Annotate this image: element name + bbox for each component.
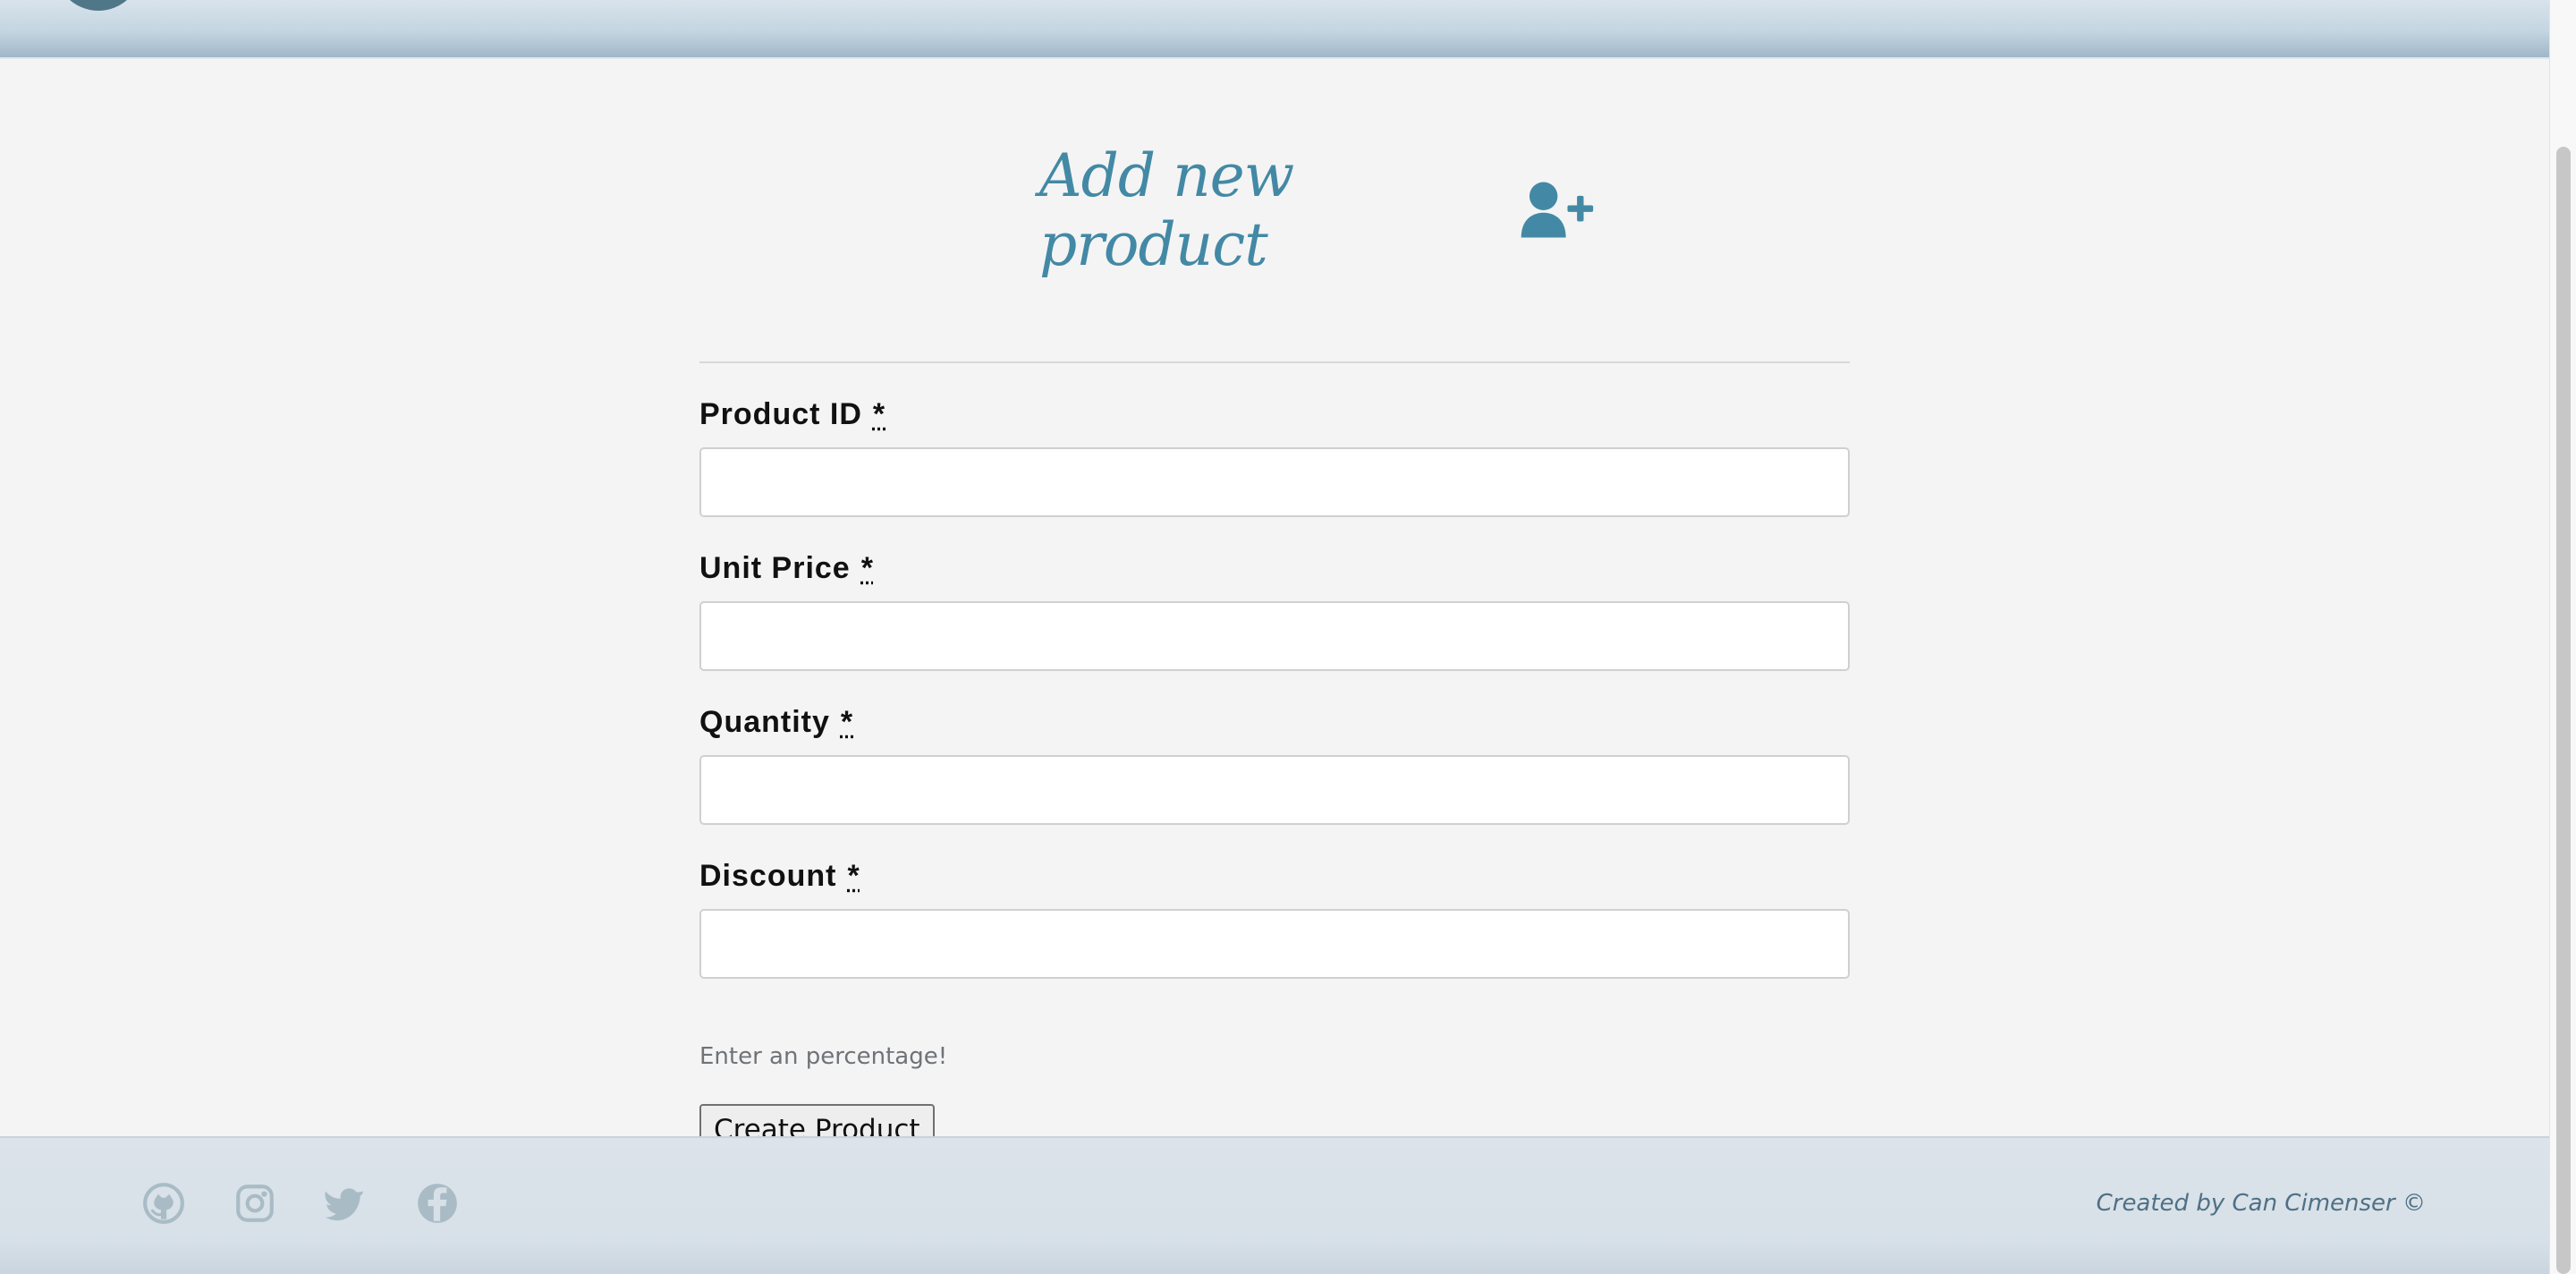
discount-label: Discount * [699, 859, 860, 894]
footer: Created by Can Cimenser © [0, 1136, 2549, 1274]
product-id-label: Product ID * [699, 397, 886, 432]
social-links [141, 1181, 460, 1226]
quantity-input[interactable] [699, 755, 1850, 825]
footer-credit: Created by Can Cimenser © [2096, 1190, 2426, 1217]
quantity-label-text: Quantity [699, 705, 830, 739]
brand-logo[interactable] [54, 0, 143, 11]
unit-price-input[interactable] [699, 601, 1850, 671]
unit-price-label: Unit Price * [699, 551, 874, 586]
twitter-icon[interactable] [324, 1181, 369, 1226]
required-mark: * [860, 551, 874, 585]
vertical-scrollbar[interactable] [2549, 0, 2576, 1274]
product-id-input[interactable] [699, 447, 1850, 517]
quantity-label: Quantity * [699, 705, 853, 740]
facebook-icon[interactable] [415, 1181, 460, 1226]
user-plus-icon [1521, 182, 1594, 238]
main-content: Add new product Product ID * Unit Price * [0, 57, 2549, 1156]
product-id-label-text: Product ID [699, 397, 862, 431]
discount-input[interactable] [699, 909, 1850, 979]
required-mark: * [872, 397, 886, 431]
top-navigation [0, 0, 2549, 59]
required-mark: * [840, 705, 854, 739]
title-divider [699, 361, 1850, 363]
discount-help-text: Enter an percentage! [699, 1043, 948, 1070]
page-title-text: Add new product [1039, 141, 1294, 279]
page: Add new product Product ID * Unit Price * [0, 0, 2549, 1274]
scrollbar-thumb[interactable] [2556, 147, 2571, 1274]
unit-price-label-text: Unit Price [699, 551, 851, 585]
instagram-icon[interactable] [233, 1181, 277, 1226]
github-icon[interactable] [141, 1181, 186, 1226]
discount-label-text: Discount [699, 859, 837, 893]
required-mark: * [847, 859, 860, 893]
page-title: Add new product [1039, 141, 1594, 279]
